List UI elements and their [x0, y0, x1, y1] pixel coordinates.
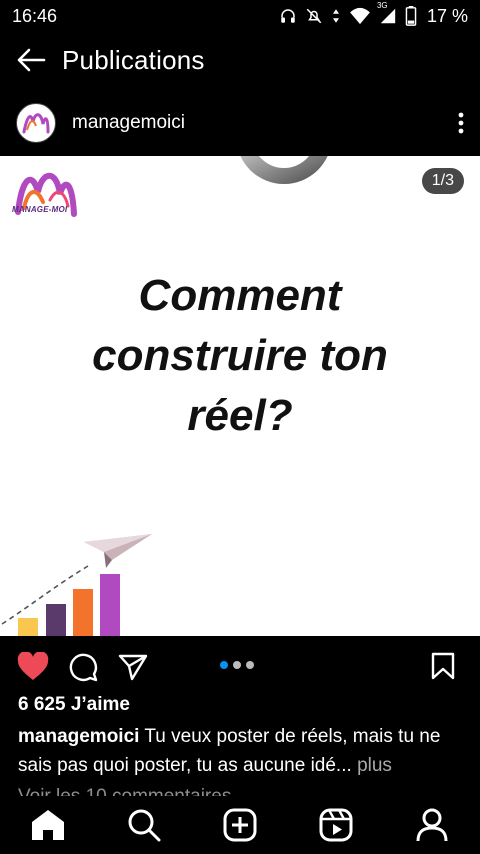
battery-level: 17 %	[426, 5, 468, 26]
bottom-nav	[0, 796, 480, 854]
likes-count[interactable]: 6 625 J’aime	[18, 694, 130, 716]
bookmark-icon	[431, 652, 455, 680]
bar-3	[73, 589, 93, 636]
arrow-left-icon	[17, 48, 46, 72]
share-icon	[118, 654, 148, 681]
bar-4	[100, 574, 120, 636]
growth-illustration	[1, 534, 152, 636]
comment-button[interactable]	[66, 650, 100, 684]
avatar[interactable]	[16, 103, 56, 143]
headline-line-3: réel?	[187, 391, 293, 440]
status-time: 16:46	[12, 5, 58, 26]
post-headline: Comment construire ton réel?	[0, 266, 480, 446]
create-icon	[223, 808, 257, 842]
nav-create[interactable]	[216, 801, 264, 849]
bar-2	[46, 604, 66, 636]
network-type: 3G	[376, 1, 388, 10]
heart-icon	[17, 652, 49, 680]
bar-1	[18, 618, 38, 636]
battery-icon	[405, 6, 417, 26]
nav-home[interactable]	[24, 801, 72, 849]
headline-line-2: construire ton	[92, 331, 388, 380]
like-button[interactable]	[16, 650, 50, 684]
search-icon	[128, 809, 161, 842]
caption-more-link[interactable]: plus	[357, 755, 392, 776]
carousel-dot	[246, 661, 254, 669]
page-counter: 1/3	[421, 168, 464, 194]
app-bar: Publications	[0, 36, 480, 84]
carousel-dot	[233, 661, 241, 669]
headline-line-1: Comment	[138, 271, 342, 320]
signal-wrapper: 3G	[377, 1, 397, 25]
wifi-icon	[350, 7, 370, 25]
nav-reels[interactable]	[312, 801, 360, 849]
post-username[interactable]: managemoici	[72, 112, 446, 134]
brand-logo-icon	[22, 113, 50, 134]
status-icons: 3G 17 %	[279, 1, 468, 27]
more-options-button[interactable]	[446, 103, 476, 143]
caption-username[interactable]: managemoici	[18, 726, 139, 747]
carousel-dot-active	[220, 661, 228, 669]
nav-profile[interactable]	[408, 801, 456, 849]
headphones-icon	[281, 9, 295, 23]
brand-name: MANAGE-MOI	[12, 205, 68, 214]
reels-icon	[319, 808, 353, 842]
view-comments-link[interactable]: Voir les 10 commentaires	[18, 786, 231, 796]
decorative-arc	[240, 156, 328, 184]
page-title: Publications	[62, 44, 205, 75]
post-header: managemoici	[0, 100, 480, 146]
status-bar: 16:46 3G 17 %	[0, 0, 480, 32]
caption: managemoici Tu veux poster de réels, mai…	[18, 722, 468, 780]
mute-icon	[306, 8, 322, 24]
share-button[interactable]	[116, 650, 150, 684]
brand-logo	[15, 172, 77, 217]
more-vertical-icon	[458, 112, 464, 134]
carousel-indicator	[220, 661, 254, 669]
profile-icon	[416, 808, 448, 842]
home-icon	[32, 810, 64, 840]
comment-icon	[69, 653, 98, 682]
nav-search[interactable]	[120, 801, 168, 849]
back-button[interactable]	[14, 43, 48, 77]
data-arrows-icon	[332, 9, 339, 23]
post-image[interactable]: MANAGE-MOI 1/3 Comment construire ton ré…	[0, 156, 480, 636]
save-button[interactable]	[428, 650, 458, 682]
